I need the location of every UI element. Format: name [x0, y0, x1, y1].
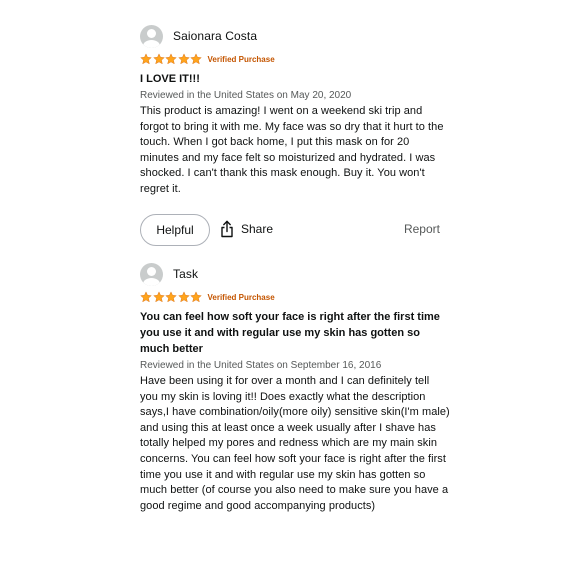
star-icon — [153, 291, 164, 303]
reviewer-name: Task — [173, 267, 199, 281]
star-icon — [140, 291, 152, 303]
review-title[interactable]: You can feel how soft your face is right… — [140, 309, 450, 357]
review-title[interactable]: I LOVE IT!!! — [140, 71, 450, 87]
reviewer-name: Saionara Costa — [173, 29, 258, 43]
reviewer-profile[interactable]: Saionara Costa — [140, 24, 450, 48]
review-body: This product is amazing! I went on a wee… — [140, 105, 444, 195]
share-label: Share — [241, 221, 274, 236]
share-icon — [221, 220, 233, 237]
review-card: Saionara Costa Verified Purchase I LOVE … — [140, 24, 450, 248]
review-date: Reviewed in the United States on May 20,… — [140, 90, 352, 101]
verified-purchase-badge: Verified Purchase — [207, 292, 275, 302]
star-icon — [165, 53, 177, 65]
star-icon — [165, 291, 177, 303]
star-icon — [153, 53, 164, 65]
rating-row: Verified Purchase — [140, 290, 450, 304]
star-rating[interactable] — [140, 291, 203, 303]
review-body: Have been using it for over a month and … — [140, 375, 450, 512]
share-button[interactable]: Share — [219, 220, 273, 238]
reviews-page: Saionara Costa Verified Purchase I LOVE … — [0, 0, 580, 580]
star-rating[interactable] — [140, 53, 203, 65]
star-icon — [190, 53, 202, 65]
helpful-button[interactable]: Helpful — [140, 213, 210, 246]
review-card: Task Verified Purchase You can feel how … — [140, 262, 450, 514]
review-actions: Helpful Share Report — [140, 213, 440, 248]
verified-purchase-badge: Verified Purchase — [207, 54, 275, 64]
star-icon — [178, 53, 189, 65]
report-link[interactable]: Report — [404, 222, 440, 236]
avatar-icon — [140, 262, 163, 286]
rating-row: Verified Purchase — [140, 52, 450, 66]
star-icon — [178, 291, 189, 303]
avatar-icon — [140, 24, 163, 48]
reviewer-profile[interactable]: Task — [140, 262, 450, 286]
star-icon — [190, 291, 202, 303]
review-date: Reviewed in the United States on Septemb… — [140, 360, 382, 371]
star-icon — [140, 53, 152, 65]
